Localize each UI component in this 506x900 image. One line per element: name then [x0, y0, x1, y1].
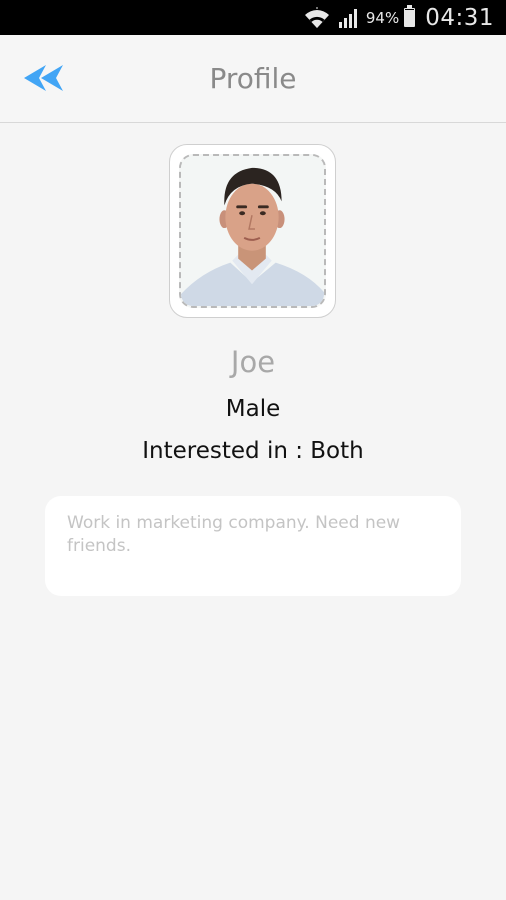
profile-name: Joe [230, 345, 276, 379]
app-header: Profile [0, 35, 506, 123]
status-indicators: 94% 04:31 [304, 0, 494, 35]
back-button[interactable] [22, 63, 66, 93]
avatar-portrait [181, 156, 324, 306]
clock: 04:31 [425, 4, 494, 31]
battery-icon [404, 5, 416, 27]
battery-level [405, 10, 415, 26]
status-bar: 94% 04:31 [0, 0, 506, 35]
interest-value: Both [310, 438, 364, 464]
wifi-icon [304, 6, 329, 28]
interest-label: Interested in : [142, 438, 311, 464]
page-title: Profile [209, 62, 297, 95]
profile-photo [179, 154, 326, 308]
profile-photo-frame[interactable] [169, 144, 336, 318]
battery-percent: 94% [365, 8, 400, 27]
profile-about-text: Work in marketing company. Need new frie… [45, 496, 461, 596]
double-chevron-left-icon [24, 65, 63, 91]
profile-gender: Male [225, 396, 281, 422]
signal-icon [338, 8, 357, 28]
profile-interest: Interested in : Both [0, 438, 506, 464]
